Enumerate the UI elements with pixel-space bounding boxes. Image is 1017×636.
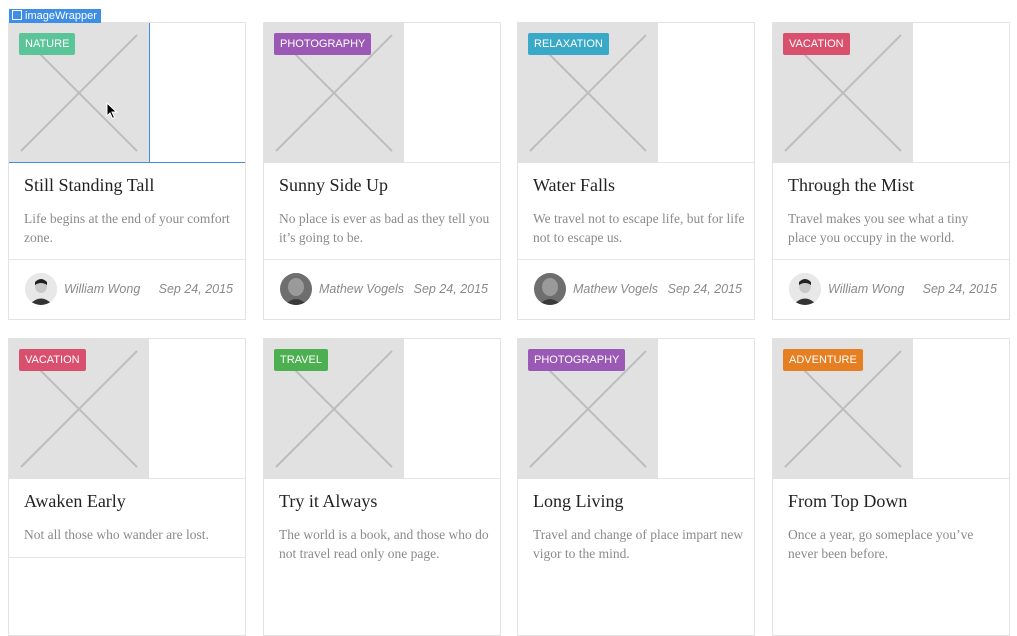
card-title[interactable]: Awaken Early [24, 491, 126, 512]
post-card[interactable]: PHOTOGRAPHY Long Living Travel and chang… [517, 338, 755, 636]
avatar[interactable] [280, 273, 312, 305]
post-card[interactable]: RELAXATION Water Falls We travel not to … [517, 22, 755, 320]
card-title[interactable]: Still Standing Tall [24, 175, 154, 196]
card-excerpt: We travel not to escape life, but for li… [533, 211, 745, 245]
card-excerpt: Travel makes you see what a tiny place y… [788, 211, 969, 245]
image-wrapper[interactable]: PHOTOGRAPHY [518, 339, 754, 479]
card-title[interactable]: From Top Down [788, 491, 907, 512]
author-name[interactable]: Mathew Vogels [319, 282, 404, 296]
avatar[interactable] [25, 273, 57, 305]
card-title[interactable]: Sunny Side Up [279, 175, 388, 196]
category-badge[interactable]: ADVENTURE [783, 349, 863, 371]
card-excerpt: Life begins at the end of your comfort z… [24, 211, 230, 245]
category-badge[interactable]: VACATION [19, 349, 86, 371]
author-name[interactable]: Mathew Vogels [573, 282, 658, 296]
post-card[interactable]: NATURE Still Standing Tall Life begins a… [8, 22, 246, 320]
post-card[interactable]: VACATION Awaken Early Not all those who … [8, 338, 246, 636]
card-footer: William Wong Sep 24, 2015 [9, 259, 245, 319]
image-wrapper[interactable]: TRAVEL [264, 339, 500, 479]
post-date: Sep 24, 2015 [922, 282, 997, 296]
card-excerpt: Not all those who wander are lost. [24, 527, 209, 542]
card-title[interactable]: Try it Always [279, 491, 377, 512]
image-wrapper[interactable]: PHOTOGRAPHY [264, 23, 500, 163]
post-card[interactable]: ADVENTURE From Top Down Once a year, go … [772, 338, 1010, 636]
category-badge[interactable]: VACATION [783, 33, 850, 55]
card-title[interactable]: Water Falls [533, 175, 615, 196]
post-card[interactable]: TRAVEL Try it Always The world is a book… [263, 338, 501, 636]
card-excerpt: The world is a book, and those who do no… [279, 527, 489, 561]
avatar[interactable] [789, 273, 821, 305]
card-excerpt: Once a year, go someplace you’ve never b… [788, 527, 974, 561]
post-card[interactable]: PHOTOGRAPHY Sunny Side Up No place is ev… [263, 22, 501, 320]
image-wrapper[interactable]: NATURE [9, 23, 245, 163]
category-badge[interactable]: PHOTOGRAPHY [274, 33, 372, 55]
author-name[interactable]: William Wong [64, 282, 140, 296]
post-date: Sep 24, 2015 [413, 282, 488, 296]
category-badge[interactable]: TRAVEL [274, 349, 328, 371]
element-box-icon [12, 10, 22, 20]
image-wrapper[interactable]: VACATION [773, 23, 1009, 163]
category-badge[interactable]: NATURE [19, 33, 76, 55]
card-footer: Mathew Vogels Sep 24, 2015 [518, 259, 754, 319]
card-excerpt: Travel and change of place impart new vi… [533, 527, 744, 561]
image-wrapper[interactable]: VACATION [9, 339, 245, 479]
image-wrapper[interactable]: RELAXATION [518, 23, 754, 163]
post-card[interactable]: VACATION Through the Mist Travel makes y… [772, 22, 1010, 320]
card-title[interactable]: Through the Mist [788, 175, 914, 196]
inspector-element-label: imageWrapper [9, 9, 101, 23]
card-excerpt: No place is ever as bad as they tell you… [279, 211, 490, 245]
post-date: Sep 24, 2015 [667, 282, 742, 296]
card-title[interactable]: Long Living [533, 491, 624, 512]
card-grid: imageWrapper NATURE Still Standing Tall … [0, 0, 1017, 636]
mouse-cursor-icon [106, 101, 118, 125]
avatar[interactable] [534, 273, 566, 305]
post-date: Sep 24, 2015 [158, 282, 233, 296]
card-footer: William Wong Sep 24, 2015 [773, 259, 1009, 319]
card-footer [9, 557, 245, 619]
image-wrapper[interactable]: ADVENTURE [773, 339, 1009, 479]
category-badge[interactable]: PHOTOGRAPHY [528, 349, 626, 371]
category-badge[interactable]: RELAXATION [528, 33, 609, 55]
author-name[interactable]: William Wong [828, 282, 904, 296]
card-footer: Mathew Vogels Sep 24, 2015 [264, 259, 500, 319]
